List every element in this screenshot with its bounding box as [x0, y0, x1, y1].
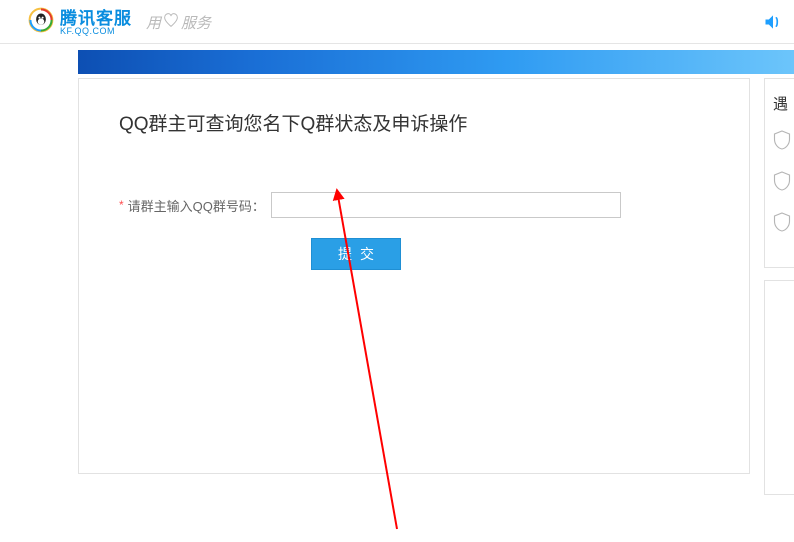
shield-icon[interactable] — [773, 130, 788, 155]
brand-subtitle: KF.QQ.COM — [60, 27, 132, 36]
sound-icon[interactable] — [762, 12, 784, 37]
slogan-prefix: 用 — [146, 12, 161, 33]
sidebar-title: 遇 — [771, 93, 788, 114]
submit-row: 提交 — [119, 238, 709, 270]
slogan: 用 服务 — [146, 12, 211, 33]
right-sidebar: 遇 — [764, 78, 794, 495]
heart-icon — [163, 13, 179, 32]
shield-icon[interactable] — [773, 212, 788, 237]
brand-name: 腾讯客服 — [60, 10, 132, 27]
shield-icon[interactable] — [773, 171, 788, 196]
required-star-icon: * — [119, 198, 124, 212]
group-number-input[interactable] — [271, 192, 621, 218]
main-panel: QQ群主可查询您名下Q群状态及申诉操作 * 请群主输入QQ群号码： 提交 — [78, 78, 750, 474]
slogan-suffix: 服务 — [181, 12, 211, 33]
sidebar-box-bottom — [764, 280, 794, 495]
qq-penguin-icon — [28, 7, 54, 38]
submit-button[interactable]: 提交 — [311, 238, 401, 270]
page-title: QQ群主可查询您名下Q群状态及申诉操作 — [119, 109, 709, 136]
banner-strip — [78, 50, 794, 74]
form-row-group-number: * 请群主输入QQ群号码： — [119, 192, 709, 218]
logo[interactable]: 腾讯客服 KF.QQ.COM — [28, 7, 132, 38]
sidebar-box-top: 遇 — [764, 78, 794, 268]
header-bar: 腾讯客服 KF.QQ.COM 用 服务 — [0, 0, 794, 44]
group-number-label: 请群主输入QQ群号码： — [128, 196, 265, 215]
